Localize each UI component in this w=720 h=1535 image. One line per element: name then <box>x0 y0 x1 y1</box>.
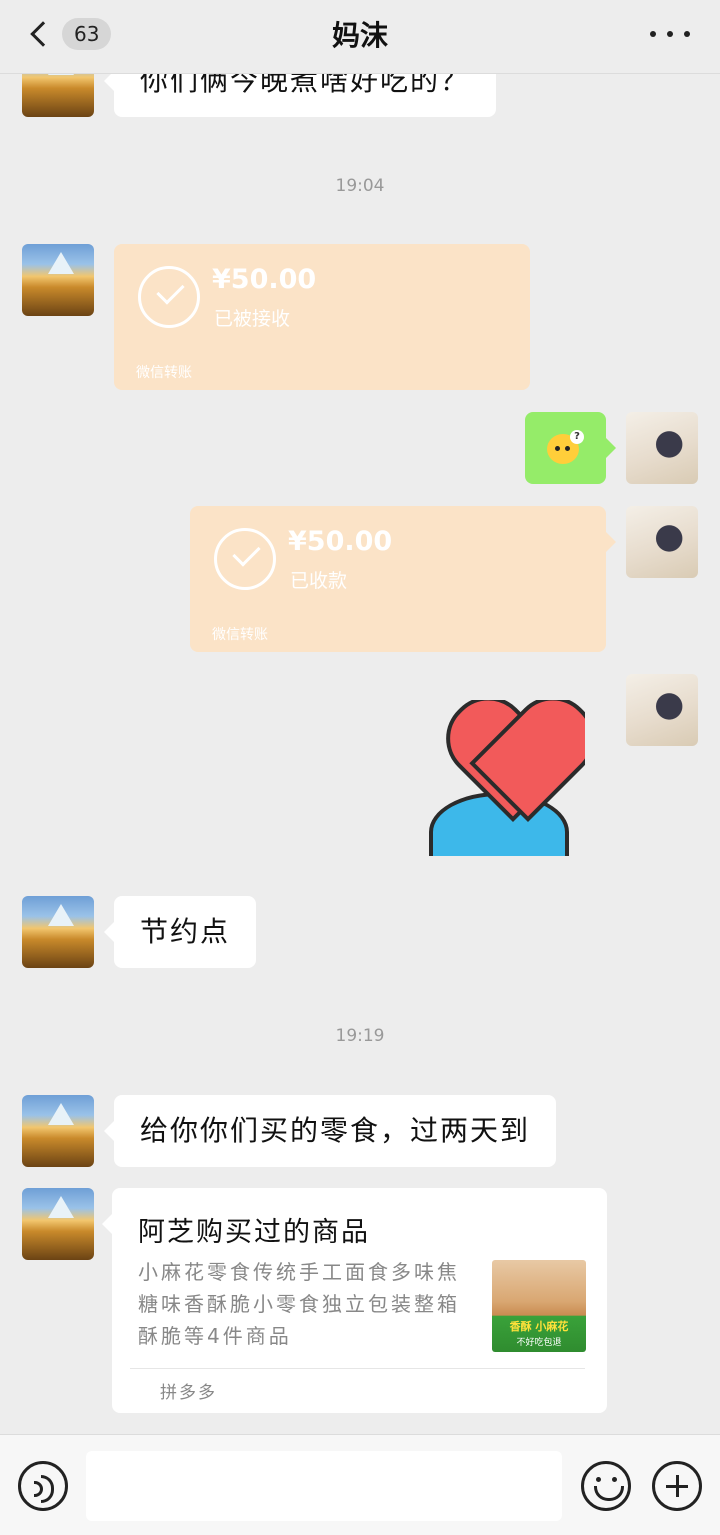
dot-icon <box>650 31 656 37</box>
card-title: 阿芝购买过的商品 <box>138 1217 370 1248</box>
my-avatar[interactable] <box>626 506 698 578</box>
transfer-message[interactable]: ¥50.00 已收款 微信转账 <box>190 506 616 652</box>
more-options-button[interactable] <box>650 24 690 44</box>
transfer-footer: 微信转账 <box>136 365 192 381</box>
transfer-amount: ¥50.00 <box>212 264 317 295</box>
chat-header: 63 妈沫 <box>0 0 720 74</box>
heart-sticker[interactable] <box>425 700 585 856</box>
plus-button[interactable] <box>652 1461 702 1511</box>
chat-title: 妈沫 <box>331 19 388 52</box>
message-bubble[interactable]: 给你你们买的零食，过两天到 <box>103 1095 557 1167</box>
thumbnail-label: 香酥 小麻花 <box>509 1320 569 1333</box>
contact-avatar[interactable] <box>22 1095 94 1167</box>
emoji-message[interactable]: ? <box>525 412 616 484</box>
input-bar <box>0 1434 720 1535</box>
heart-icon <box>445 704 585 814</box>
check-circle-icon <box>214 528 276 590</box>
emoji-button[interactable] <box>581 1461 631 1511</box>
transfer-footer: 微信转账 <box>212 627 268 643</box>
my-avatar[interactable] <box>626 412 698 484</box>
dot-icon <box>667 31 673 37</box>
contact-avatar[interactable] <box>22 1188 94 1260</box>
transfer-amount: ¥50.00 <box>288 526 393 557</box>
transfer-status: 已被接收 <box>214 308 291 330</box>
timestamp: 19:04 <box>335 176 385 196</box>
product-thumbnail: 香酥 小麻花 不好吃包退 <box>492 1260 586 1352</box>
divider <box>130 1368 585 1369</box>
product-card[interactable]: 阿芝购买过的商品 小麻花零食传统手工面食多味焦糖味香酥脆小零食独立包装整箱酥脆等… <box>102 1188 607 1413</box>
transfer-status: 已收款 <box>290 570 348 592</box>
timestamp: 19:19 <box>335 1026 385 1046</box>
check-circle-icon <box>138 266 200 328</box>
my-avatar[interactable] <box>626 674 698 746</box>
message-bubble[interactable]: 节约点 <box>103 896 257 968</box>
message-input[interactable] <box>86 1451 562 1521</box>
contact-avatar[interactable] <box>22 244 94 316</box>
voice-button[interactable] <box>18 1461 68 1511</box>
transfer-message[interactable]: ¥50.00 已被接收 微信转账 <box>114 244 530 390</box>
thumbnail-sublabel: 不好吃包退 <box>516 1338 562 1348</box>
dot-icon <box>684 31 690 37</box>
card-source: 拼多多 <box>160 1383 217 1403</box>
card-description: 小麻花零食传统手工面食多味焦糖味香酥脆小零食独立包装整箱酥脆等4件商品 <box>138 1260 460 1348</box>
contact-avatar[interactable] <box>22 896 94 968</box>
question-icon: ? <box>570 430 584 444</box>
